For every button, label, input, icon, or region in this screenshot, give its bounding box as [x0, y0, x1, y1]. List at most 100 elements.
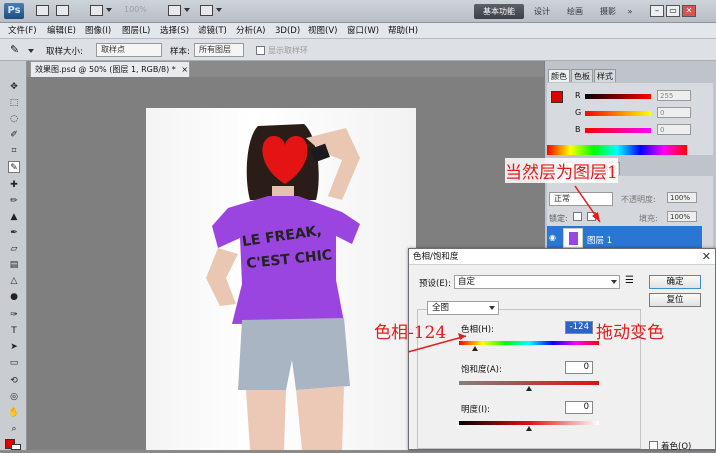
saturation-input[interactable]: 0	[565, 361, 593, 374]
minimize-button[interactable]: –	[650, 5, 664, 17]
arrange-documents-icon[interactable]	[168, 5, 181, 16]
gradient-tool-icon[interactable]: ▤	[8, 259, 20, 271]
close-document-icon[interactable]: ×	[181, 65, 188, 74]
chevron-down-icon[interactable]	[106, 8, 112, 12]
document-canvas[interactable]: LE FREAK, C'EST CHIC	[146, 108, 416, 450]
quick-select-tool-icon[interactable]: ✐	[8, 129, 20, 141]
clone-stamp-tool-icon[interactable]: ▲	[8, 211, 20, 223]
preset-options-icon[interactable]: ☰	[625, 275, 634, 286]
eyedropper-tool-icon[interactable]: ✎	[8, 161, 20, 173]
zoom-tool-icon[interactable]: ⌕	[8, 423, 20, 435]
workspace-essentials[interactable]: 基本功能	[474, 4, 524, 19]
type-tool-icon[interactable]: T	[8, 325, 20, 337]
hue-input[interactable]: -124	[565, 321, 593, 334]
zoom-level[interactable]: 100%	[124, 5, 147, 14]
menu-view[interactable]: 视图(V)	[308, 24, 337, 38]
saturation-label: 饱和度(A):	[461, 365, 502, 375]
blend-mode-select[interactable]: 正常	[549, 192, 613, 206]
tab-swatches[interactable]: 色板	[571, 69, 593, 82]
reset-button[interactable]: 复位	[649, 293, 701, 307]
view-extras-icon[interactable]	[90, 5, 103, 16]
saturation-slider[interactable]	[459, 381, 599, 385]
eye-icon[interactable]: ◉	[549, 233, 559, 243]
move-tool-icon[interactable]: ✥	[8, 81, 20, 93]
lasso-tool-icon[interactable]: ◌	[8, 113, 20, 125]
hand-tool-icon[interactable]: ✋	[8, 407, 20, 419]
document-tab[interactable]: 效果图.psd @ 50% (图层 1, RGB/8) * ×	[30, 61, 190, 77]
minibridge-icon[interactable]	[56, 5, 69, 16]
menu-file[interactable]: 文件(F)	[8, 24, 37, 38]
background-color-swatch[interactable]	[11, 444, 21, 450]
sample-size-select[interactable]: 取样点	[96, 43, 162, 57]
menu-3d[interactable]: 3D(D)	[275, 24, 300, 38]
colorize-checkbox[interactable]	[649, 441, 658, 450]
chevron-down-icon[interactable]	[216, 8, 222, 12]
menu-bar: 文件(F) 编辑(E) 图像(I) 图层(L) 选择(S) 滤镜(T) 分析(A…	[0, 23, 716, 39]
eraser-tool-icon[interactable]: ▱	[8, 243, 20, 255]
dialog-title: 色相/饱和度	[409, 249, 715, 265]
fill-input[interactable]: 100%	[667, 211, 697, 222]
workspace-painting[interactable]: 绘画	[563, 4, 587, 19]
blur-tool-icon[interactable]: △	[8, 275, 20, 287]
healing-tool-icon[interactable]: ✚	[8, 179, 20, 191]
green-value[interactable]: 0	[657, 107, 691, 118]
history-brush-tool-icon[interactable]: ✒	[8, 227, 20, 239]
opacity-input[interactable]: 100%	[667, 192, 697, 203]
3d-rotate-tool-icon[interactable]: ⟲	[8, 375, 20, 387]
workspace-photography[interactable]: 摄影	[596, 4, 620, 19]
lock-label: 锁定:	[549, 214, 568, 223]
lightness-slider[interactable]	[459, 421, 599, 425]
lightness-slider-thumb[interactable]	[526, 426, 532, 431]
blue-label: B	[575, 125, 581, 134]
screen-mode-icon[interactable]	[200, 5, 213, 16]
eyedropper-icon[interactable]: ✎	[10, 43, 24, 57]
green-slider[interactable]	[585, 111, 651, 116]
ok-button[interactable]: 确定	[649, 275, 701, 289]
lock-transparent-checkbox[interactable]	[573, 212, 582, 221]
color-spectrum[interactable]	[547, 145, 687, 155]
tab-color[interactable]: 颜色	[548, 69, 570, 82]
workspace-design[interactable]: 设计	[530, 4, 554, 19]
blue-value[interactable]: 0	[657, 124, 691, 135]
bridge-icon[interactable]	[36, 5, 49, 16]
dialog-close-icon[interactable]: ✕	[702, 250, 711, 263]
path-select-tool-icon[interactable]: ➤	[8, 341, 20, 353]
photoshop-logo: Ps	[4, 3, 24, 19]
menu-analysis[interactable]: 分析(A)	[236, 24, 265, 38]
red-value[interactable]: 255	[657, 90, 691, 101]
chevron-down-icon[interactable]	[489, 306, 495, 310]
menu-filter[interactable]: 滤镜(T)	[198, 24, 227, 38]
brush-tool-icon[interactable]: ✏	[8, 195, 20, 207]
sample-select[interactable]: 所有图层	[194, 43, 244, 57]
foreground-swatch[interactable]	[551, 91, 563, 103]
preset-select[interactable]: 自定	[454, 275, 620, 289]
hue-slider-thumb[interactable]	[472, 346, 478, 351]
tab-styles[interactable]: 样式	[594, 69, 616, 82]
show-ring-checkbox[interactable]	[256, 46, 265, 55]
shape-tool-icon[interactable]: ▭	[8, 357, 20, 369]
chevron-down-icon[interactable]	[28, 49, 34, 53]
lightness-input[interactable]: 0	[565, 401, 593, 414]
chevron-down-icon[interactable]	[184, 8, 190, 12]
crop-tool-icon[interactable]: ⌗	[8, 145, 20, 157]
saturation-slider-thumb[interactable]	[526, 386, 532, 391]
menu-help[interactable]: 帮助(H)	[388, 24, 418, 38]
close-button[interactable]: ✕	[682, 5, 696, 17]
more-workspaces[interactable]: »	[624, 4, 636, 19]
hue-slider[interactable]	[459, 341, 599, 345]
blue-slider[interactable]	[585, 128, 651, 133]
restore-button[interactable]: ▭	[666, 5, 680, 17]
layer-name[interactable]: 图层 1	[587, 234, 612, 246]
menu-window[interactable]: 窗口(W)	[347, 24, 379, 38]
menu-edit[interactable]: 编辑(E)	[47, 24, 76, 38]
menu-image[interactable]: 图像(I)	[85, 24, 111, 38]
menu-select[interactable]: 选择(S)	[160, 24, 189, 38]
red-slider[interactable]	[585, 94, 651, 99]
dodge-tool-icon[interactable]: ●	[8, 291, 20, 303]
chevron-down-icon[interactable]	[611, 280, 617, 284]
3d-orbit-tool-icon[interactable]: ◎	[8, 391, 20, 403]
pen-tool-icon[interactable]: ✑	[8, 309, 20, 321]
marquee-tool-icon[interactable]: ⬚	[8, 97, 20, 109]
lock-pixels-checkbox[interactable]	[587, 212, 596, 221]
menu-layer[interactable]: 图层(L)	[122, 24, 150, 38]
